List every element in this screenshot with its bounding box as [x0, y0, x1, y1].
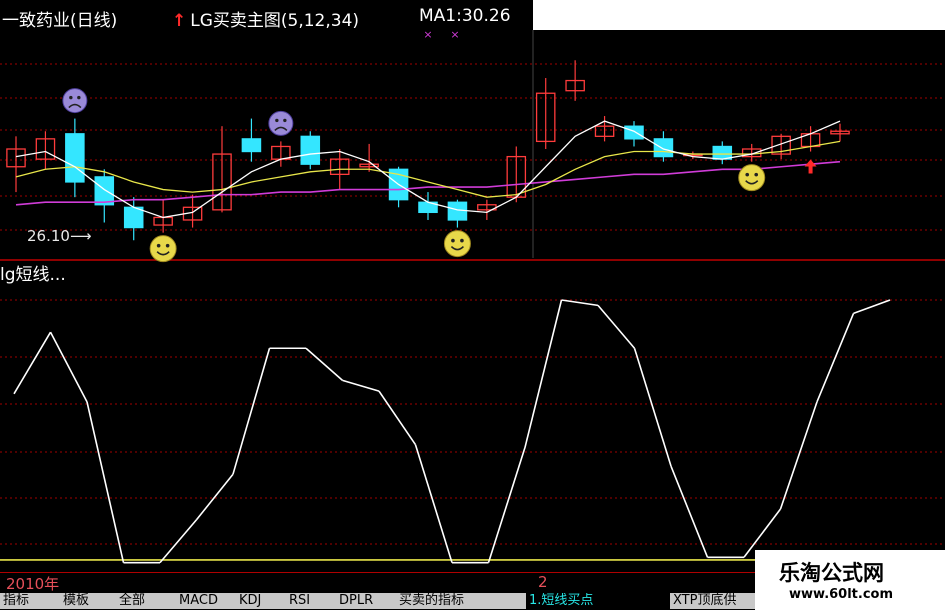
oscillator-segment [195, 473, 234, 521]
sad-face [268, 110, 294, 136]
tab-all[interactable]: 全部 [116, 593, 179, 609]
price-panel: × × [6, 28, 850, 263]
sad-face [62, 88, 88, 114]
smiley-face [443, 230, 471, 258]
candle-body [123, 206, 144, 229]
stock-chart-window: × × 一致药业(日线) ↑ LG买卖主图(5,12,34) MA1:30.26 2… [0, 0, 945, 610]
smiley-eye [165, 243, 170, 248]
smiley-face [738, 164, 766, 192]
month-label: 2 [538, 573, 548, 591]
tab-buy-sell-indicator[interactable]: 买卖的指标 [396, 593, 529, 609]
grid-layer [0, 30, 945, 545]
candle-body [624, 125, 644, 140]
up-arrow-signal-icon [804, 159, 817, 174]
oscillator-segment [561, 299, 599, 307]
oscillator-segment [13, 331, 52, 395]
watermark-title: 乐淘公式网 [779, 561, 884, 585]
right-arrow-icon: ⟶ [69, 227, 92, 245]
oscillator-segment [633, 348, 672, 467]
smiley-buy-icon [443, 230, 471, 258]
low-price-annotation: 26.10⟶ [27, 227, 91, 245]
tab-macd[interactable]: MACD [176, 593, 239, 609]
smiley-eye [754, 172, 759, 177]
oscillator-segment [524, 299, 563, 448]
indicator-title: ↑ LG买卖主图(5,12,34) [172, 6, 359, 31]
oscillator-segment [487, 447, 526, 563]
year-label: 2010年 [6, 575, 60, 593]
up-arrow-icon: ↑ [172, 11, 187, 31]
oscillator-segment [414, 444, 453, 563]
oscillator-segment [86, 401, 125, 563]
smiley-eye [451, 238, 455, 243]
chart-canvas[interactable]: × × [0, 0, 945, 609]
smiley-face [149, 235, 177, 263]
lower-panel-title: lg短线... [0, 265, 66, 285]
smiley-eye [460, 238, 464, 243]
oscillator-segment [49, 331, 88, 403]
indicator-name: LG买卖主图(5,12,34) [190, 11, 360, 31]
sad-eye [283, 118, 287, 123]
oscillator-segment [159, 519, 198, 564]
oscillator-segment [779, 401, 818, 510]
stock-title: 一致药业(日线) [2, 11, 118, 31]
candle-body [712, 145, 733, 160]
tab-indicator[interactable]: 指标 [0, 593, 63, 609]
oscillator-segment [305, 347, 344, 382]
oscillator-segment [342, 379, 380, 392]
watermark-url: www.60lt.com [789, 587, 894, 602]
smiley-buy-icon [738, 164, 766, 192]
candle-body [300, 135, 321, 165]
sad-eye [77, 95, 81, 100]
oscillator-segment [597, 304, 636, 349]
tab-rsi[interactable]: RSI [286, 593, 339, 609]
oscillator-segment [853, 299, 891, 315]
sad-sell-icon [62, 88, 88, 114]
sad-eye [69, 95, 73, 100]
smiley-eye [745, 172, 750, 177]
marker-icon: × [423, 28, 432, 41]
oscillator-segment [232, 348, 271, 475]
oscillator-segment [378, 390, 417, 446]
candle-body [94, 176, 115, 206]
tab-xtp[interactable]: XTP顶底供 [670, 593, 767, 609]
oscillator-panel [0, 299, 945, 564]
oscillator-segment [816, 313, 855, 403]
candle-body [653, 138, 674, 158]
candle-body [447, 201, 468, 221]
sad-sell-icon [268, 110, 294, 136]
low-price-value: 26.10 [27, 227, 70, 245]
candle-body [65, 133, 85, 183]
marker-icon: × [450, 28, 459, 41]
smiley-eye [156, 243, 161, 248]
header-background [533, 0, 945, 30]
tab-kdj[interactable]: KDJ [236, 593, 289, 609]
tab-template[interactable]: 模板 [60, 593, 119, 609]
sad-eye [275, 118, 279, 123]
candle-body [241, 138, 262, 153]
ma-readout: MA1:30.26 [419, 6, 511, 26]
tab-short-buy-point[interactable]: 1.短线买点 [526, 593, 673, 609]
smiley-buy-icon [149, 235, 177, 263]
tab-dplr[interactable]: DPLR [336, 593, 399, 609]
